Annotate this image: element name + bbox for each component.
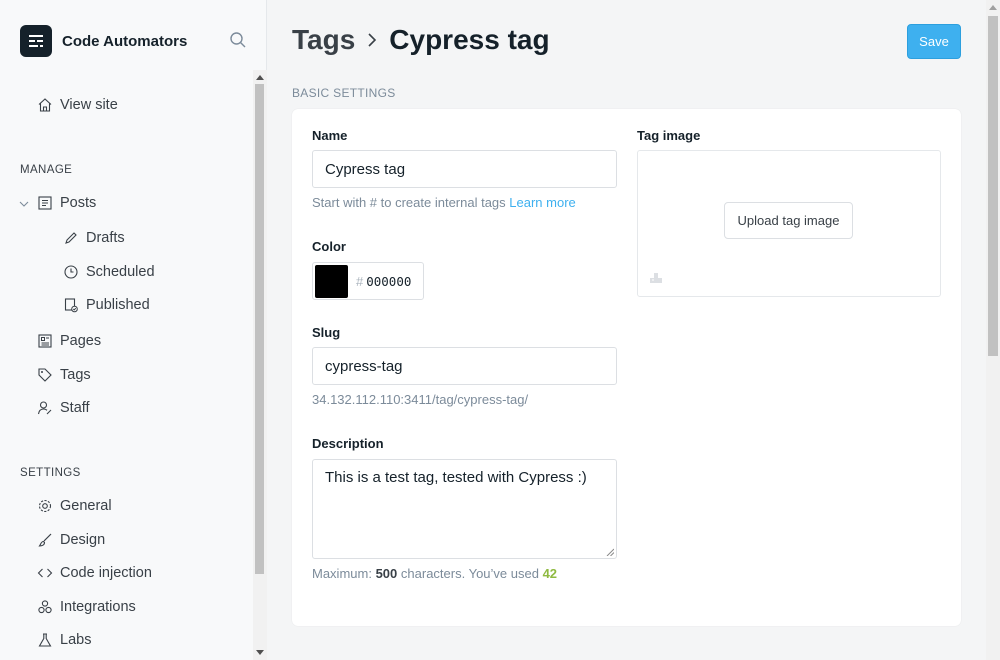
sidebar-item-label: Code injection [60, 565, 152, 581]
name-help-text: Start with # to create internal tags [312, 195, 506, 210]
hash-prefix: # [356, 273, 364, 289]
sidebar-item-staff[interactable]: Staff [36, 399, 90, 417]
sidebar-scrollbar-thumb[interactable] [255, 84, 264, 574]
tag-image-uploader[interactable]: Upload tag image [637, 150, 941, 297]
sidebar-item-label: Integrations [60, 599, 136, 615]
sidebar-item-pages[interactable]: Pages [36, 332, 101, 350]
sidebar: Code Automators View site MANAGE Posts D… [0, 0, 267, 660]
counter-max: 500 [375, 566, 398, 581]
color-label: Color [312, 239, 346, 254]
clock-icon [62, 263, 80, 281]
color-picker: # 000000 [312, 262, 424, 300]
scroll-up-arrow-icon[interactable] [253, 70, 267, 84]
counter-prefix: Maximum: [312, 566, 372, 581]
save-button[interactable]: Save [907, 24, 961, 59]
image-placeholder-icon [650, 273, 662, 283]
sidebar-item-view-site[interactable]: View site [36, 96, 118, 114]
sidebar-item-label: Scheduled [86, 264, 155, 280]
sidebar-item-integrations[interactable]: Integrations [36, 598, 136, 616]
page-title: Cypress tag [389, 24, 550, 55]
sidebar-scrollbar[interactable] [253, 70, 267, 660]
sidebar-item-labs[interactable]: Labs [36, 631, 91, 649]
brand[interactable]: Code Automators [20, 25, 187, 57]
slug-field[interactable]: cypress-tag [312, 347, 617, 385]
tag-image-label: Tag image [637, 128, 701, 143]
description-text: This is a test tag, tested with Cypress … [325, 469, 587, 486]
breadcrumb: Tags Cypress tag [292, 24, 550, 56]
flask-icon [36, 631, 54, 649]
brand-logo-icon [20, 25, 52, 57]
counter-mid: characters. You’ve used [400, 566, 539, 581]
manage-heading: MANAGE [20, 164, 73, 176]
tag-icon [36, 366, 54, 384]
pages-icon [36, 332, 54, 350]
description-counter: Maximum: 500 characters. You’ve used 42 [312, 566, 557, 581]
pencil-icon [62, 229, 80, 247]
sidebar-item-drafts[interactable]: Drafts [62, 229, 125, 247]
chevron-down-icon[interactable] [18, 198, 30, 210]
brand-name: Code Automators [62, 32, 188, 50]
scroll-down-arrow-icon[interactable] [253, 646, 267, 660]
sidebar-item-scheduled[interactable]: Scheduled [62, 263, 155, 281]
code-icon [36, 564, 54, 582]
sidebar-item-posts[interactable]: Posts [36, 194, 96, 212]
sidebar-item-published[interactable]: Published [62, 296, 150, 314]
sidebar-item-label: Published [86, 297, 150, 313]
sidebar-nav: View site MANAGE Posts Drafts Scheduled … [0, 70, 253, 660]
posts-icon [36, 194, 54, 212]
sidebar-item-label: Labs [60, 632, 92, 648]
main-content: Tags Cypress tag Save BASIC SETTINGS Nam… [268, 0, 986, 660]
user-icon [36, 399, 54, 417]
sidebar-item-label: Pages [60, 333, 102, 349]
published-icon [62, 296, 80, 314]
section-title: BASIC SETTINGS [292, 86, 396, 100]
sidebar-item-code-injection[interactable]: Code injection [36, 564, 152, 582]
sidebar-item-label: Tags [60, 367, 91, 383]
chevron-right-icon [365, 31, 379, 49]
gear-icon [36, 497, 54, 515]
color-hex-input[interactable]: 000000 [366, 274, 411, 289]
breadcrumb-tags-link[interactable]: Tags [292, 24, 355, 56]
search-icon[interactable] [227, 29, 249, 51]
page-scrollbar-thumb[interactable] [988, 16, 998, 356]
scroll-up-arrow-icon[interactable] [986, 0, 1000, 14]
sidebar-item-design[interactable]: Design [36, 531, 105, 549]
sidebar-item-label: Staff [60, 400, 90, 416]
brush-icon [36, 531, 54, 549]
sidebar-item-tags[interactable]: Tags [36, 366, 91, 384]
page-scrollbar[interactable] [986, 0, 1000, 660]
name-label: Name [312, 128, 348, 143]
slug-label: Slug [312, 325, 341, 340]
sidebar-item-label: General [60, 498, 112, 514]
counter-used: 42 [542, 566, 558, 581]
name-field[interactable]: Cypress tag [312, 150, 617, 188]
description-label: Description [312, 436, 384, 451]
resize-grip-icon[interactable] [606, 548, 614, 556]
sidebar-item-label: Drafts [86, 230, 125, 246]
settings-heading: SETTINGS [20, 467, 81, 479]
sidebar-item-general[interactable]: General [36, 497, 112, 515]
name-help: Start with # to create internal tags Lea… [312, 195, 576, 210]
learn-more-link[interactable]: Learn more [509, 195, 575, 210]
slug-url: 34.132.112.110:3411/tag/cypress-tag/ [312, 392, 529, 407]
settings-card: Name Cypress tag Start with # to create … [292, 109, 961, 626]
sidebar-item-label: Posts [60, 195, 97, 211]
sidebar-item-label: Design [60, 532, 106, 548]
color-swatch[interactable] [315, 264, 348, 298]
integrations-icon [36, 598, 54, 616]
home-icon [36, 96, 54, 114]
description-field[interactable]: This is a test tag, tested with Cypress … [312, 459, 617, 559]
sidebar-item-label: View site [60, 97, 118, 113]
upload-tag-image-button[interactable]: Upload tag image [724, 202, 853, 239]
